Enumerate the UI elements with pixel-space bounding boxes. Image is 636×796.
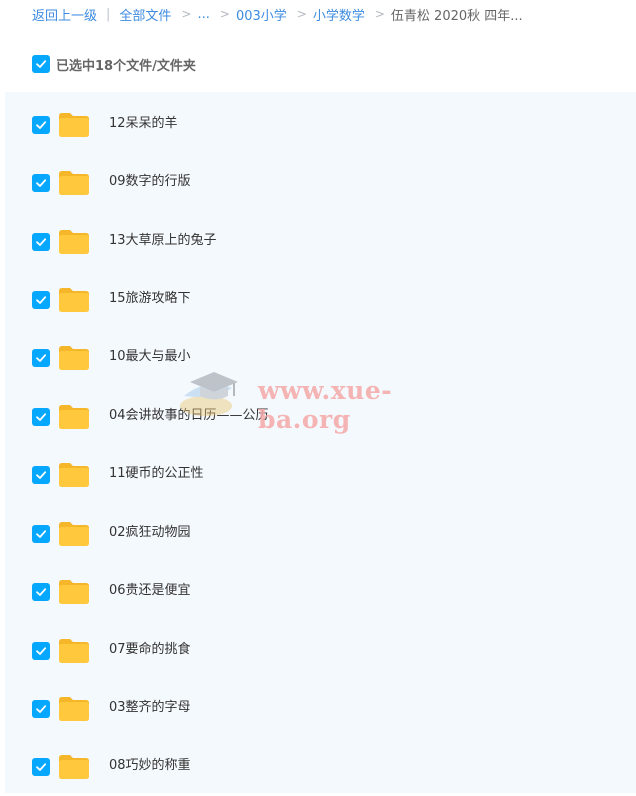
file-row[interactable]: 02疯狂动物园 xyxy=(5,505,636,563)
file-name[interactable]: 12呆呆的羊 xyxy=(109,114,178,134)
file-row[interactable]: 06贵还是便宜 xyxy=(5,563,636,621)
folder-icon xyxy=(59,405,89,429)
file-name[interactable]: 09数字的行版 xyxy=(109,172,191,192)
checkmark-icon xyxy=(36,121,47,129)
file-row[interactable]: 10最大与最小 xyxy=(5,329,636,387)
back-link[interactable]: 返回上一级 xyxy=(32,5,97,24)
checkmark-icon xyxy=(36,296,47,304)
folder-icon xyxy=(59,288,89,312)
breadcrumb-level2[interactable]: 小学数学 xyxy=(313,5,365,24)
selection-count-label: 已选中18个文件/文件夹 xyxy=(56,58,196,74)
chevron-right-icon: > xyxy=(219,7,230,21)
file-row[interactable]: 03整齐的字母 xyxy=(5,680,636,738)
folder-icon xyxy=(59,755,89,779)
file-name[interactable]: 02疯狂动物园 xyxy=(109,523,191,543)
checkmark-icon xyxy=(36,647,47,655)
breadcrumb-level1[interactable]: 003小学 xyxy=(236,5,287,24)
checkmark-icon xyxy=(36,179,47,187)
file-name[interactable]: 03整齐的字母 xyxy=(109,698,191,718)
row-checkbox[interactable] xyxy=(32,583,50,601)
breadcrumb-ellipsis[interactable]: ... xyxy=(197,7,209,22)
chevron-right-icon: > xyxy=(296,7,307,21)
file-row[interactable]: 13大草原上的兔子 xyxy=(5,213,636,271)
selection-bar: 已选中18个文件/文件夹 xyxy=(0,44,636,84)
file-name[interactable]: 10最大与最小 xyxy=(109,347,191,367)
file-name[interactable]: 04会讲故事的日历——公历 xyxy=(109,406,269,426)
file-row[interactable]: 04会讲故事的日历——公历 xyxy=(5,388,636,446)
file-name[interactable]: 06贵还是便宜 xyxy=(109,581,191,601)
file-row[interactable]: 12呆呆的羊 xyxy=(5,96,636,154)
chevron-right-icon: > xyxy=(374,7,385,21)
breadcrumb-divider: | xyxy=(106,6,111,22)
folder-icon xyxy=(59,697,89,721)
row-checkbox[interactable] xyxy=(32,466,50,484)
folder-icon xyxy=(59,580,89,604)
file-name[interactable]: 13大草原上的兔子 xyxy=(109,231,217,251)
breadcrumb-current: 伍青松 2020秋 四年... xyxy=(390,8,523,24)
folder-icon xyxy=(59,171,89,195)
row-checkbox[interactable] xyxy=(32,758,50,776)
folder-icon xyxy=(59,522,89,546)
file-name[interactable]: 07要命的挑食 xyxy=(109,640,191,660)
row-checkbox[interactable] xyxy=(32,116,50,134)
row-checkbox[interactable] xyxy=(32,642,50,660)
checkmark-icon xyxy=(36,354,47,362)
file-name[interactable]: 11硬币的公正性 xyxy=(109,464,204,484)
file-list: 12呆呆的羊 09数字的行版 13大草原上的兔子 15旅游攻略下 10最大与最小 04会讲… xyxy=(5,92,636,793)
row-checkbox[interactable] xyxy=(32,525,50,543)
chevron-right-icon: > xyxy=(181,7,192,21)
checkmark-icon xyxy=(36,413,47,421)
folder-icon xyxy=(59,113,89,137)
row-checkbox[interactable] xyxy=(32,174,50,192)
file-row[interactable]: 07要命的挑食 xyxy=(5,622,636,680)
folder-icon xyxy=(59,230,89,254)
row-checkbox[interactable] xyxy=(32,700,50,718)
select-all-checkbox[interactable] xyxy=(32,55,50,73)
folder-icon xyxy=(59,346,89,370)
row-checkbox[interactable] xyxy=(32,233,50,251)
checkmark-icon xyxy=(36,60,47,68)
checkmark-icon xyxy=(36,530,47,538)
breadcrumb-all-files[interactable]: 全部文件 xyxy=(119,5,171,24)
file-row[interactable]: 15旅游攻略下 xyxy=(5,271,636,329)
file-name[interactable]: 08巧妙的称重 xyxy=(109,756,191,776)
file-name[interactable]: 15旅游攻略下 xyxy=(109,289,191,309)
row-checkbox[interactable] xyxy=(32,291,50,309)
checkmark-icon xyxy=(36,471,47,479)
folder-icon xyxy=(59,639,89,663)
breadcrumb: 返回上一级 | 全部文件 > ... > 003小学 > 小学数学 > 伍青松 … xyxy=(0,0,636,28)
row-checkbox[interactable] xyxy=(32,349,50,367)
file-row[interactable]: 08巧妙的称重 xyxy=(5,738,636,796)
row-checkbox[interactable] xyxy=(32,408,50,426)
file-row[interactable]: 11硬币的公正性 xyxy=(5,446,636,504)
folder-icon xyxy=(59,463,89,487)
checkmark-icon xyxy=(36,705,47,713)
checkmark-icon xyxy=(36,763,47,771)
file-row[interactable]: 09数字的行版 xyxy=(5,154,636,212)
checkmark-icon xyxy=(36,588,47,596)
checkmark-icon xyxy=(36,238,47,246)
